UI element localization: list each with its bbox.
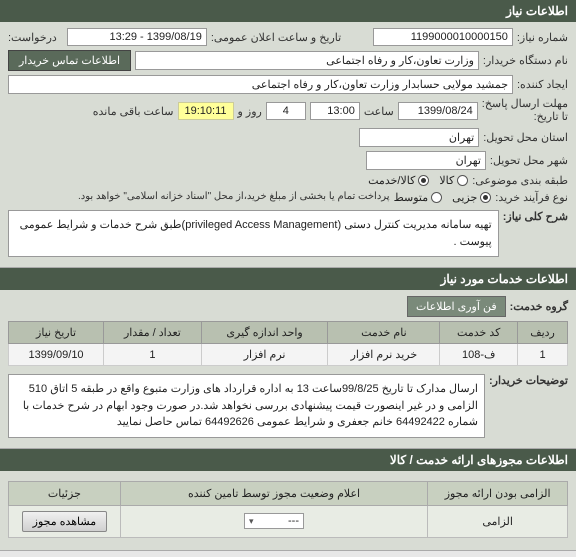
general-description: تهیه سامانه مدیریت کنترل دستی (privilege…: [8, 210, 499, 257]
services-header: اطلاعات خدمات مورد نیاز: [0, 268, 576, 290]
auth-body: الزامی بودن ارائه مجوز اعلام وضعیت مجوز …: [0, 471, 576, 551]
creator-label: ایجاد کننده:: [517, 78, 568, 91]
services-table: ردیف کد خدمت نام خدمت واحد اندازه گیری ت…: [8, 321, 568, 366]
auth-col-mandatory: الزامی بودن ارائه مجوز: [428, 481, 568, 505]
col-unit: واحد اندازه گیری: [201, 322, 328, 344]
service-group-value: فن آوری اطلاعات: [407, 296, 506, 317]
auth-status-select[interactable]: --- ▾: [244, 513, 304, 529]
cell-unit: نرم افزار: [201, 344, 328, 366]
to-date-label: تا تاریخ:: [482, 111, 568, 124]
days-and-label: روز و: [238, 105, 262, 118]
services-body: گروه خدمت: فن آوری اطلاعات ردیف کد خدمت …: [0, 290, 576, 449]
auth-col-details: جزئیات: [9, 481, 121, 505]
buy-type-label: نوع فرآیند خرید:: [495, 191, 568, 204]
radio-goods[interactable]: کالا: [439, 174, 468, 187]
announce-datetime: 1399/08/19 - 13:29: [67, 28, 207, 46]
auth-col-status: اعلام وضعیت مجوز توسط تامین کننده: [120, 481, 427, 505]
buyer-notes-label: توضیحات خریدار:: [489, 374, 568, 387]
radio-goods-service-label: کالا/خدمت: [368, 174, 415, 187]
radio-partial-label: جزیی: [452, 191, 477, 204]
cell-code: ف-108: [440, 344, 518, 366]
radio-medium-label: متوسط: [394, 191, 429, 204]
buyer-contact-tab[interactable]: اطلاعات تماس خریدار: [8, 50, 131, 71]
table-row: الزامی --- ▾ مشاهده مجوز: [9, 505, 568, 537]
cell-qty: 1: [104, 344, 202, 366]
service-group-label: گروه خدمت:: [510, 300, 568, 313]
col-code: کد خدمت: [440, 322, 518, 344]
cell-row: 1: [518, 344, 568, 366]
time-label-1: ساعت: [364, 105, 394, 118]
creator: جمشید مولایی حسابدار وزارت تعاون،کار و ر…: [8, 75, 513, 94]
radio-partial[interactable]: جزیی: [452, 191, 491, 204]
radio-icon: [457, 175, 468, 186]
radio-medium[interactable]: متوسط: [394, 191, 443, 204]
auth-table: الزامی بودن ارائه مجوز اعلام وضعیت مجوز …: [8, 481, 568, 538]
need-number-label: شماره نیاز:: [517, 31, 568, 44]
deadline-label: مهلت ارسال پاسخ:: [482, 98, 568, 111]
classification-group: کالا کالا/خدمت: [368, 174, 468, 187]
general-description-label: شرح کلی نیاز:: [503, 210, 568, 223]
col-qty: تعداد / مقدار: [104, 322, 202, 344]
deadline-date: 1399/08/24: [398, 102, 478, 120]
need-number: 1199000010000150: [373, 28, 513, 46]
auth-status-cell: --- ▾: [120, 505, 427, 537]
city: تهران: [366, 151, 486, 170]
radio-icon: [480, 192, 491, 203]
col-due: تاریخ نیاز: [9, 322, 104, 344]
chevron-down-icon: ▾: [249, 516, 254, 527]
city-label: شهر محل تحویل:: [490, 154, 568, 167]
table-row: 1 ف-108 خرید نرم افزار نرم افزار 1 1399/…: [9, 344, 568, 366]
radio-icon: [418, 175, 429, 186]
payment-note: پرداخت تمام یا بخشی از مبلغ خرید،از محل …: [8, 191, 390, 202]
province-label: استان محل تحویل:: [483, 131, 568, 144]
col-row: ردیف: [518, 322, 568, 344]
need-info-header: اطلاعات نیاز: [0, 0, 576, 22]
buy-type-group: جزیی متوسط: [394, 191, 492, 204]
auth-status-value: ---: [288, 515, 299, 527]
col-name: نام خدمت: [328, 322, 440, 344]
buyer-org: وزارت تعاون،کار و رفاه اجتماعی: [135, 51, 479, 70]
cell-name: خرید نرم افزار: [328, 344, 440, 366]
request-label: درخواست:: [8, 31, 57, 44]
cell-due: 1399/09/10: [9, 344, 104, 366]
radio-icon: [431, 192, 442, 203]
radio-goods-service[interactable]: کالا/خدمت: [368, 174, 429, 187]
auth-details-cell: مشاهده مجوز: [9, 505, 121, 537]
auth-header: اطلاعات مجوزهای ارائه خدمت / کالا: [0, 449, 576, 471]
classification-label: طبقه بندی موضوعی:: [472, 174, 568, 187]
view-license-button[interactable]: مشاهده مجوز: [22, 511, 107, 532]
hours-remaining-label: ساعت باقی مانده: [93, 105, 174, 118]
announce-datetime-label: تاریخ و ساعت اعلان عمومی:: [211, 31, 341, 44]
days-remaining: 4: [266, 102, 306, 120]
radio-goods-label: کالا: [439, 174, 454, 187]
countdown-timer: 19:10:11: [178, 102, 234, 120]
buyer-notes: ارسال مدارک تا تاریخ 99/8/25ساعت 13 به ا…: [8, 374, 485, 438]
need-info-body: شماره نیاز: 1199000010000150 تاریخ و ساع…: [0, 22, 576, 268]
buyer-org-label: نام دستگاه خریدار:: [483, 54, 568, 67]
province: تهران: [359, 128, 479, 147]
auth-mandatory: الزامی: [428, 505, 568, 537]
deadline-time: 13:00: [310, 102, 360, 120]
